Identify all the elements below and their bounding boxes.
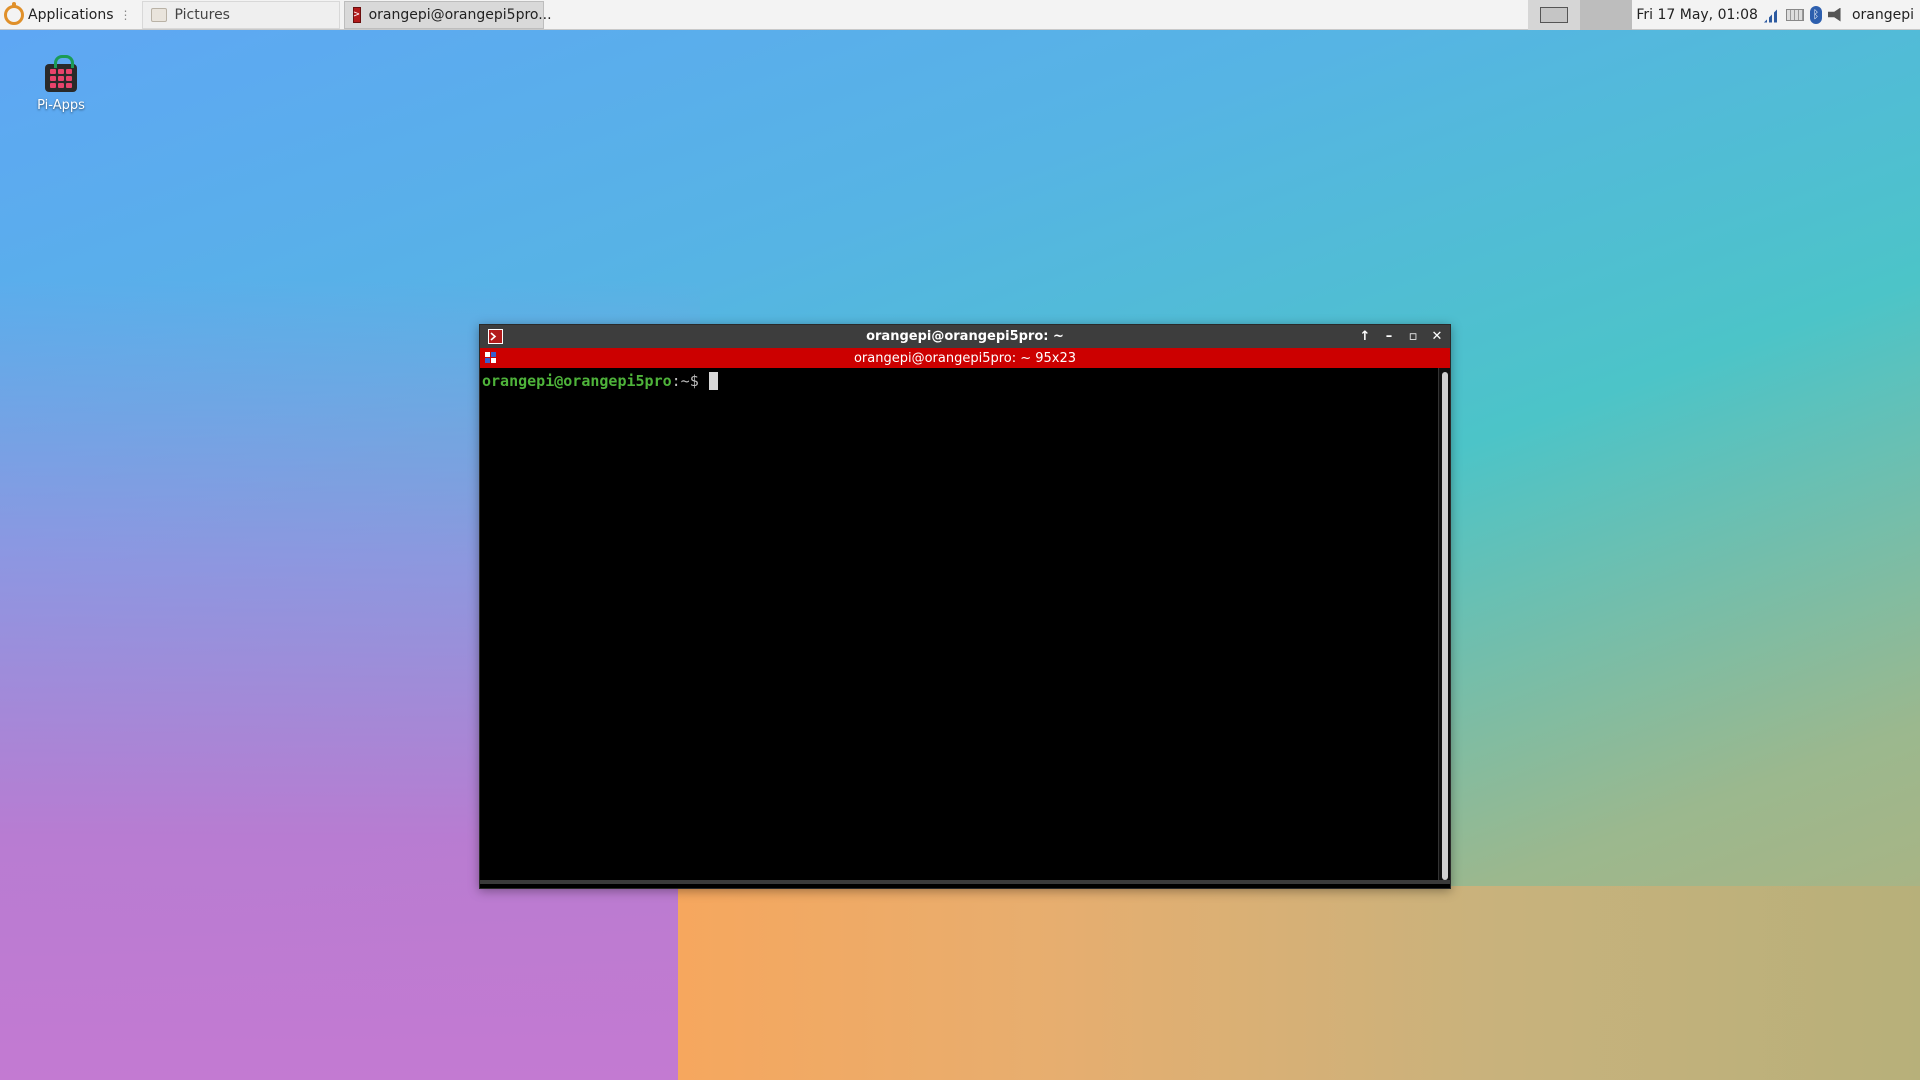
terminal-icon: > bbox=[352, 6, 361, 23]
desktop-icon-label: Pi-Apps bbox=[37, 98, 85, 113]
taskbar-item-pictures[interactable]: Pictures bbox=[141, 0, 340, 29]
keyboard-icon[interactable] bbox=[1785, 8, 1804, 21]
network-icon[interactable] bbox=[1763, 6, 1780, 23]
terminal-scrollbar[interactable] bbox=[1438, 368, 1450, 884]
prompt-user-host: orangepi@orangepi5pro bbox=[482, 372, 672, 390]
prompt-line: orangepi@orangepi5pro:~$ bbox=[482, 372, 1450, 390]
taskbar-item-terminal[interactable]: > orangepi@orangepi5pro... bbox=[343, 0, 552, 29]
workspace-2[interactable] bbox=[1580, 0, 1633, 30]
panel-separator: ⋮ bbox=[119, 7, 132, 22]
terminal-window[interactable]: orangepi@orangepi5pro: ~ ↑ – ▫ ✕ orangep… bbox=[479, 324, 1451, 889]
bluetooth-icon[interactable]: ᛒ bbox=[1809, 5, 1822, 24]
system-tray: ᛒ orangepi bbox=[1763, 5, 1920, 24]
window-bottom-border bbox=[480, 880, 1450, 884]
window-controls: ↑ – ▫ ✕ bbox=[1358, 325, 1444, 348]
wallpaper-gradient-orange bbox=[678, 886, 1920, 1080]
user-menu[interactable]: orangepi bbox=[1852, 7, 1916, 23]
applications-label: Applications bbox=[28, 6, 114, 23]
tab-split-icon[interactable] bbox=[485, 352, 497, 364]
terminal-app-icon bbox=[488, 329, 503, 344]
text-cursor bbox=[708, 372, 718, 390]
close-icon[interactable]: ✕ bbox=[1430, 329, 1444, 344]
prompt-path: :~$ bbox=[671, 372, 708, 390]
desktop: Applications ⋮ Pictures > orangepi@orang… bbox=[0, 0, 1920, 1080]
desktop-icon-pi-apps[interactable]: Pi-Apps bbox=[28, 55, 94, 113]
maximize-icon[interactable]: ▫ bbox=[1406, 329, 1420, 344]
folder-icon bbox=[150, 7, 167, 22]
minimize-icon[interactable]: – bbox=[1382, 329, 1396, 344]
taskbar-item-label: Pictures bbox=[174, 6, 230, 23]
window-titlebar[interactable]: orangepi@orangepi5pro: ~ ↑ – ▫ ✕ bbox=[480, 325, 1450, 348]
clock[interactable]: Fri 17 May, 01:08 bbox=[1632, 7, 1764, 23]
pi-apps-icon bbox=[45, 55, 77, 92]
terminal-tab-bar[interactable]: orangepi@orangepi5pro: ~ 95x23 bbox=[480, 348, 1450, 368]
terminal-content[interactable]: orangepi@orangepi5pro:~$ bbox=[480, 368, 1450, 884]
scrollbar-thumb[interactable] bbox=[1442, 372, 1448, 880]
terminal-tab-title: orangepi@orangepi5pro: ~ 95x23 bbox=[853, 350, 1077, 366]
workspace-window-preview bbox=[1540, 6, 1569, 23]
workspace-1[interactable] bbox=[1528, 0, 1581, 30]
window-title: orangepi@orangepi5pro: ~ bbox=[866, 329, 1064, 344]
applications-menu[interactable]: Applications ⋮ bbox=[0, 0, 138, 30]
taskbar-item-label: orangepi@orangepi5pro... bbox=[368, 6, 552, 23]
volume-icon[interactable] bbox=[1827, 7, 1841, 22]
applications-logo-icon bbox=[4, 1, 24, 25]
keep-above-icon[interactable]: ↑ bbox=[1358, 329, 1372, 344]
top-panel: Applications ⋮ Pictures > orangepi@orang… bbox=[0, 0, 1920, 30]
